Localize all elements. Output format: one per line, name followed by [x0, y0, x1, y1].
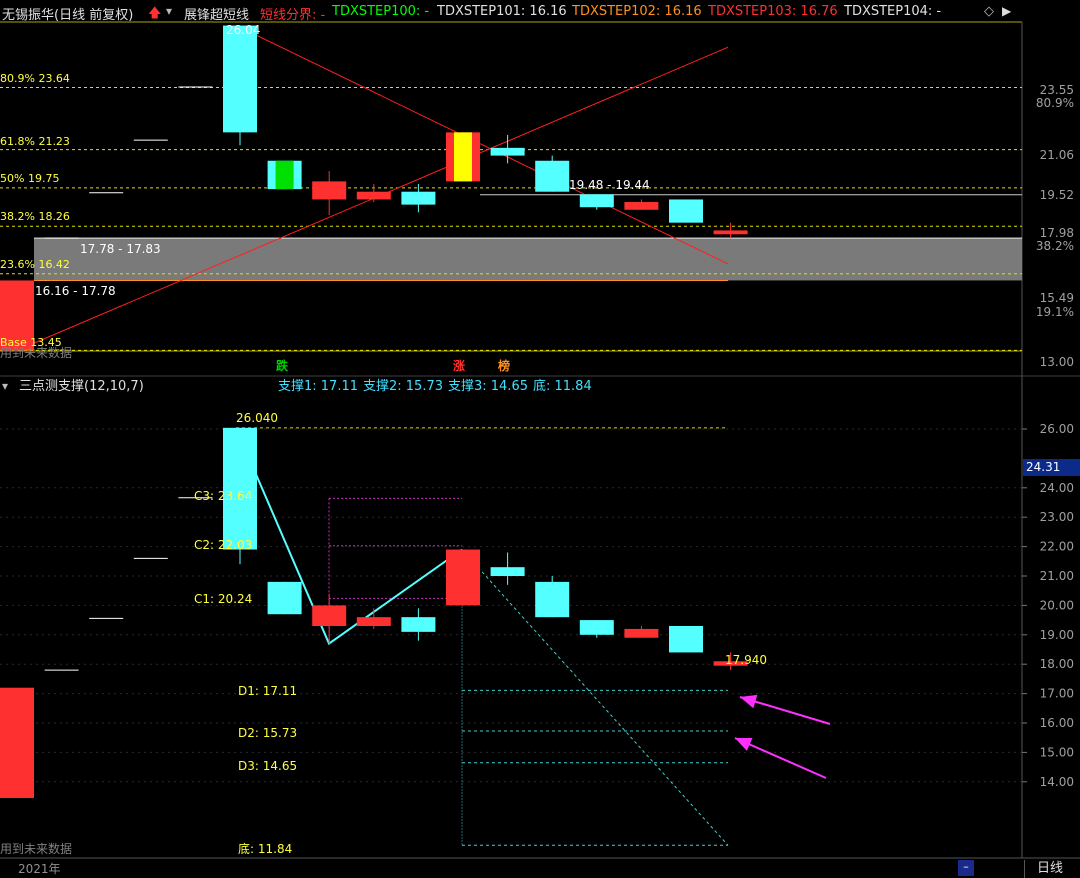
top-axis-label: 38.2% — [1036, 239, 1074, 253]
candle-body — [356, 617, 391, 626]
support3-label: 支撑3: 14.65 — [448, 379, 528, 394]
c2-label: C2: 22.03 — [194, 538, 253, 552]
bottom-axis-label: 22.00 — [1040, 540, 1074, 554]
candle-body — [624, 202, 659, 210]
bottom-axis-label: 16.00 — [1040, 716, 1074, 730]
top-axis-label: 21.06 — [1040, 148, 1074, 162]
bottom-axis-label: 14.00 — [1040, 775, 1074, 789]
candle-body — [669, 199, 703, 223]
candle-body — [490, 567, 525, 576]
c1-label: C1: 20.24 — [194, 592, 253, 606]
d3-label: D3: 14.65 — [238, 759, 298, 773]
candle-body — [401, 191, 436, 205]
signal-badge-rise: 涨 — [453, 359, 466, 373]
top-axis-label: 15.49 — [1040, 291, 1074, 305]
support-diagonal — [461, 549, 729, 846]
axis-layer: 23.5580.9% 21.06 19.52 17.9838.2% 15.4919.1%… — [1022, 83, 1074, 789]
fib-label-2: 50% 19.75 — [0, 172, 60, 185]
bottom-axis-label: 19.00 — [1040, 628, 1074, 642]
candle-body — [579, 620, 614, 635]
current-price-tag: 24.31 — [1023, 459, 1080, 476]
bottom-axis-label: 17.00 — [1040, 687, 1074, 701]
high-price-label: 26.04 — [226, 23, 261, 37]
candle-body — [535, 160, 570, 192]
bottom-axis-label: 21.00 — [1040, 569, 1074, 583]
indicator-toggle-icon-2[interactable]: ▾ — [2, 380, 8, 392]
candle-body — [312, 181, 347, 200]
signal-badge-fall: 跌 — [276, 359, 289, 373]
bottom-axis-label: 26.00 — [1040, 422, 1074, 436]
support1-label: 支撑1: 17.11 — [278, 379, 358, 394]
bottom-axis-label: 23.00 — [1040, 510, 1074, 524]
period-tab[interactable]: 日线 — [1024, 860, 1080, 878]
candle-body-highlight — [275, 160, 294, 190]
candle-body — [446, 549, 480, 606]
zone-range-label: 17.78 - 17.83 — [80, 242, 161, 256]
top-axis-label: 23.55 — [1040, 83, 1074, 97]
fib-label-0: 80.9% 23.64 — [0, 72, 70, 85]
bottom-axis-label: 24.00 — [1040, 481, 1074, 495]
fib-label-3: 38.2% 18.26 — [0, 210, 70, 223]
top-value-label: 26.040 — [236, 411, 278, 425]
bottom-axis-label: 15.00 — [1040, 745, 1074, 759]
bottom-chart-layer — [0, 427, 1022, 846]
chart-canvas[interactable]: 23.5580.9% 21.06 19.52 17.9838.2% 15.4919.1%… — [0, 0, 1080, 878]
zone-range-label-2: 16.16 - 17.78 — [35, 284, 116, 298]
top-axis-label: 17.98 — [1040, 226, 1074, 240]
candle-body — [267, 581, 302, 615]
bottom-axis-label: 18.00 — [1040, 657, 1074, 671]
last-value-label: 17.940 — [725, 653, 767, 667]
minus-icon[interactable]: – — [958, 860, 974, 876]
period-label: 日线 — [1037, 861, 1064, 876]
d2-label: D2: 15.73 — [238, 726, 298, 740]
candle-body — [490, 147, 525, 156]
candle-body — [669, 625, 703, 653]
support2-label: 支撑2: 15.73 — [363, 379, 443, 394]
candle-body — [0, 687, 34, 798]
top-axis-label: 13.00 — [1040, 355, 1074, 369]
candle-body — [401, 617, 436, 632]
current-price-value: 24.31 — [1026, 460, 1061, 474]
candle-body — [624, 628, 659, 638]
candle-body — [535, 581, 570, 618]
d1-label: D1: 17.11 — [238, 684, 298, 698]
c3-label: C3: 23.64 — [194, 489, 253, 503]
candle-body-highlight — [454, 132, 472, 182]
candle-body — [713, 230, 748, 235]
bottom-axis-label: 20.00 — [1040, 598, 1074, 612]
candle-body — [356, 191, 391, 200]
fib-label-1: 61.8% 21.23 — [0, 135, 70, 148]
bottom-support-label: 底: 11.84 — [533, 379, 592, 394]
candle-body — [579, 194, 614, 208]
trend-line-down — [235, 24, 729, 265]
bottom-level-label: 底: 11.84 — [238, 842, 293, 856]
top-axis-label: 19.52 — [1040, 188, 1074, 202]
sub-indicator-title[interactable]: 三点测支撑(12,10,7) — [19, 380, 144, 393]
top-axis-label: 19.1% — [1036, 305, 1074, 319]
fib-label-4: 23.6% 16.42 — [0, 258, 70, 271]
top-chart-layer — [0, 24, 1022, 351]
future-data-notice-2: 用到未来数据 — [0, 842, 73, 856]
year-label: 2021年 — [18, 862, 61, 876]
top-axis-label: 80.9% — [1036, 96, 1074, 110]
candle-body — [223, 25, 257, 133]
zone-range-label-3: 19.48 - 19.44 — [569, 178, 650, 192]
signal-badge-rank: 榜 — [498, 359, 511, 373]
candle-body — [312, 605, 347, 626]
support-arrow-1-head — [740, 694, 758, 709]
fib-label-5: Base 13.45 — [0, 336, 62, 349]
